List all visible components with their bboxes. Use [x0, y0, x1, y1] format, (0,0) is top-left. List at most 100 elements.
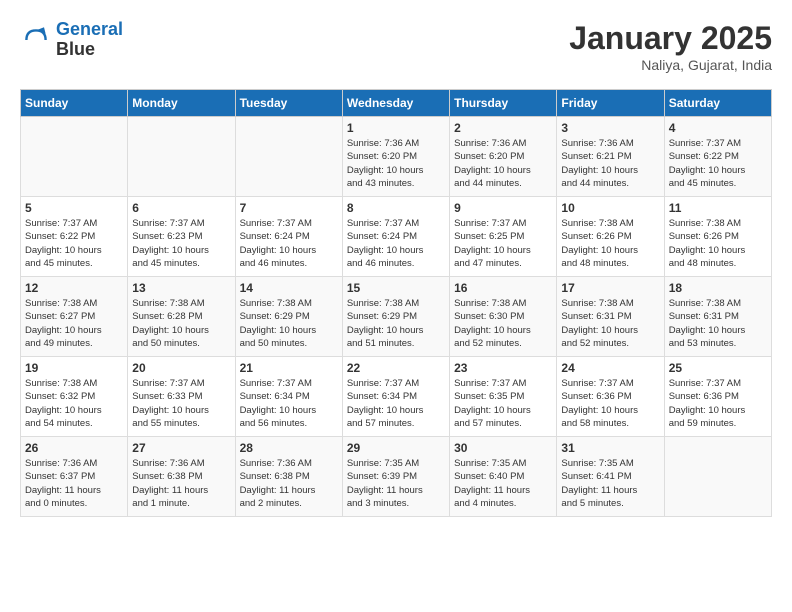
- calendar-cell: [664, 437, 771, 517]
- calendar-cell: 23 Sunrise: 7:37 AM Sunset: 6:35 PM Dayli…: [450, 357, 557, 437]
- day-number: 10: [561, 201, 659, 215]
- day-number: 6: [132, 201, 230, 215]
- page-header: General Blue January 2025 Naliya, Gujara…: [20, 20, 772, 73]
- calendar-cell: [235, 117, 342, 197]
- day-number: 30: [454, 441, 552, 455]
- day-number: 13: [132, 281, 230, 295]
- calendar-cell: 13 Sunrise: 7:38 AM Sunset: 6:28 PM Dayli…: [128, 277, 235, 357]
- header-wednesday: Wednesday: [342, 90, 449, 117]
- day-info: Sunrise: 7:37 AM Sunset: 6:22 PM Dayligh…: [669, 137, 767, 190]
- calendar-cell: 15 Sunrise: 7:38 AM Sunset: 6:29 PM Dayli…: [342, 277, 449, 357]
- header-monday: Monday: [128, 90, 235, 117]
- title-block: January 2025 Naliya, Gujarat, India: [569, 20, 772, 73]
- day-number: 20: [132, 361, 230, 375]
- day-number: 28: [240, 441, 338, 455]
- calendar-header-row: SundayMondayTuesdayWednesdayThursdayFrid…: [21, 90, 772, 117]
- day-info: Sunrise: 7:37 AM Sunset: 6:36 PM Dayligh…: [561, 377, 659, 430]
- day-info: Sunrise: 7:36 AM Sunset: 6:38 PM Dayligh…: [240, 457, 338, 510]
- calendar-cell: 2 Sunrise: 7:36 AM Sunset: 6:20 PM Daylig…: [450, 117, 557, 197]
- week-row-2: 5 Sunrise: 7:37 AM Sunset: 6:22 PM Daylig…: [21, 197, 772, 277]
- day-number: 8: [347, 201, 445, 215]
- calendar-cell: 14 Sunrise: 7:38 AM Sunset: 6:29 PM Dayli…: [235, 277, 342, 357]
- header-sunday: Sunday: [21, 90, 128, 117]
- day-info: Sunrise: 7:35 AM Sunset: 6:41 PM Dayligh…: [561, 457, 659, 510]
- day-info: Sunrise: 7:36 AM Sunset: 6:38 PM Dayligh…: [132, 457, 230, 510]
- calendar-cell: 18Sunrise: 7:38 AM Sunset: 6:31 PM Dayli…: [664, 277, 771, 357]
- day-info: Sunrise: 7:37 AM Sunset: 6:24 PM Dayligh…: [347, 217, 445, 270]
- day-number: 7: [240, 201, 338, 215]
- calendar-cell: 27 Sunrise: 7:36 AM Sunset: 6:38 PM Dayli…: [128, 437, 235, 517]
- day-info: Sunrise: 7:38 AM Sunset: 6:26 PM Dayligh…: [669, 217, 767, 270]
- calendar-cell: 11 Sunrise: 7:38 AM Sunset: 6:26 PM Dayli…: [664, 197, 771, 277]
- day-info: Sunrise: 7:37 AM Sunset: 6:25 PM Dayligh…: [454, 217, 552, 270]
- day-number: 11: [669, 201, 767, 215]
- day-info: Sunrise: 7:38 AM Sunset: 6:32 PM Dayligh…: [25, 377, 123, 430]
- day-number: 19: [25, 361, 123, 375]
- day-number: 2: [454, 121, 552, 135]
- calendar-cell: [128, 117, 235, 197]
- calendar-cell: 22 Sunrise: 7:37 AM Sunset: 6:34 PM Dayli…: [342, 357, 449, 437]
- calendar-cell: 6 Sunrise: 7:37 AM Sunset: 6:23 PM Daylig…: [128, 197, 235, 277]
- day-info: Sunrise: 7:37 AM Sunset: 6:24 PM Dayligh…: [240, 217, 338, 270]
- day-info: Sunrise: 7:37 AM Sunset: 6:22 PM Dayligh…: [25, 217, 123, 270]
- calendar-cell: 26Sunrise: 7:36 AM Sunset: 6:37 PM Dayli…: [21, 437, 128, 517]
- day-number: 3: [561, 121, 659, 135]
- day-number: 12: [25, 281, 123, 295]
- day-info: Sunrise: 7:36 AM Sunset: 6:37 PM Dayligh…: [25, 457, 123, 510]
- day-number: 21: [240, 361, 338, 375]
- week-row-4: 19 Sunrise: 7:38 AM Sunset: 6:32 PM Dayli…: [21, 357, 772, 437]
- day-info: Sunrise: 7:36 AM Sunset: 6:20 PM Dayligh…: [454, 137, 552, 190]
- calendar-cell: 31Sunrise: 7:35 AM Sunset: 6:41 PM Dayli…: [557, 437, 664, 517]
- day-info: Sunrise: 7:37 AM Sunset: 6:33 PM Dayligh…: [132, 377, 230, 430]
- week-row-5: 26Sunrise: 7:36 AM Sunset: 6:37 PM Dayli…: [21, 437, 772, 517]
- logo: General Blue: [20, 20, 123, 60]
- day-info: Sunrise: 7:37 AM Sunset: 6:23 PM Dayligh…: [132, 217, 230, 270]
- header-thursday: Thursday: [450, 90, 557, 117]
- day-number: 25: [669, 361, 767, 375]
- day-info: Sunrise: 7:37 AM Sunset: 6:34 PM Dayligh…: [347, 377, 445, 430]
- calendar-cell: 30 Sunrise: 7:35 AM Sunset: 6:40 PM Dayli…: [450, 437, 557, 517]
- calendar-title: January 2025: [569, 20, 772, 57]
- header-friday: Friday: [557, 90, 664, 117]
- calendar-cell: 8 Sunrise: 7:37 AM Sunset: 6:24 PM Daylig…: [342, 197, 449, 277]
- day-number: 14: [240, 281, 338, 295]
- day-number: 29: [347, 441, 445, 455]
- calendar-cell: 10 Sunrise: 7:38 AM Sunset: 6:26 PM Dayli…: [557, 197, 664, 277]
- calendar-cell: 21Sunrise: 7:37 AM Sunset: 6:34 PM Dayli…: [235, 357, 342, 437]
- day-info: Sunrise: 7:38 AM Sunset: 6:29 PM Dayligh…: [347, 297, 445, 350]
- calendar-cell: 28 Sunrise: 7:36 AM Sunset: 6:38 PM Dayli…: [235, 437, 342, 517]
- day-info: Sunrise: 7:38 AM Sunset: 6:29 PM Dayligh…: [240, 297, 338, 350]
- calendar-cell: 3 Sunrise: 7:36 AM Sunset: 6:21 PM Daylig…: [557, 117, 664, 197]
- calendar-cell: 12 Sunrise: 7:38 AM Sunset: 6:27 PM Dayli…: [21, 277, 128, 357]
- day-info: Sunrise: 7:37 AM Sunset: 6:35 PM Dayligh…: [454, 377, 552, 430]
- day-info: Sunrise: 7:38 AM Sunset: 6:30 PM Dayligh…: [454, 297, 552, 350]
- header-saturday: Saturday: [664, 90, 771, 117]
- calendar-cell: [21, 117, 128, 197]
- calendar-cell: 24 Sunrise: 7:37 AM Sunset: 6:36 PM Dayli…: [557, 357, 664, 437]
- day-info: Sunrise: 7:35 AM Sunset: 6:40 PM Dayligh…: [454, 457, 552, 510]
- header-tuesday: Tuesday: [235, 90, 342, 117]
- calendar-cell: 19 Sunrise: 7:38 AM Sunset: 6:32 PM Dayli…: [21, 357, 128, 437]
- day-number: 15: [347, 281, 445, 295]
- day-number: 22: [347, 361, 445, 375]
- calendar-cell: 16Sunrise: 7:38 AM Sunset: 6:30 PM Dayli…: [450, 277, 557, 357]
- calendar-cell: 25Sunrise: 7:37 AM Sunset: 6:36 PM Dayli…: [664, 357, 771, 437]
- week-row-1: 1 Sunrise: 7:36 AM Sunset: 6:20 PM Daylig…: [21, 117, 772, 197]
- day-number: 5: [25, 201, 123, 215]
- logo-text: General Blue: [56, 20, 123, 60]
- day-number: 9: [454, 201, 552, 215]
- day-number: 1: [347, 121, 445, 135]
- day-info: Sunrise: 7:38 AM Sunset: 6:31 PM Dayligh…: [561, 297, 659, 350]
- day-info: Sunrise: 7:38 AM Sunset: 6:26 PM Dayligh…: [561, 217, 659, 270]
- calendar-cell: 7 Sunrise: 7:37 AM Sunset: 6:24 PM Daylig…: [235, 197, 342, 277]
- logo-icon: [20, 24, 52, 56]
- day-info: Sunrise: 7:36 AM Sunset: 6:21 PM Dayligh…: [561, 137, 659, 190]
- day-info: Sunrise: 7:38 AM Sunset: 6:27 PM Dayligh…: [25, 297, 123, 350]
- day-info: Sunrise: 7:35 AM Sunset: 6:39 PM Dayligh…: [347, 457, 445, 510]
- day-number: 24: [561, 361, 659, 375]
- day-number: 27: [132, 441, 230, 455]
- day-number: 23: [454, 361, 552, 375]
- calendar-cell: 17Sunrise: 7:38 AM Sunset: 6:31 PM Dayli…: [557, 277, 664, 357]
- calendar-cell: 4Sunrise: 7:37 AM Sunset: 6:22 PM Daylig…: [664, 117, 771, 197]
- day-info: Sunrise: 7:38 AM Sunset: 6:28 PM Dayligh…: [132, 297, 230, 350]
